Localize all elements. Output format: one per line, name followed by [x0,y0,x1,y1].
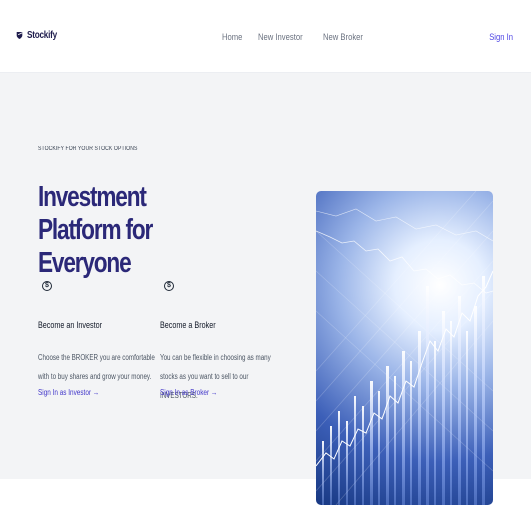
sign-in-broker-link[interactable]: Sign In as Broker → [160,388,217,397]
nav-link-new-investor[interactable]: New Investor [258,32,303,42]
stock-chart-graphic [316,191,493,505]
dollar-circle-icon: $ [42,281,52,291]
feature-description: Choose the BROKER you are comfortable wi… [38,353,155,381]
nav-link-new-broker[interactable]: New Broker [323,32,363,42]
shield-icon [16,32,23,39]
feature-title: Become an Investor [38,320,103,330]
main-nav: Home New Investor New Broker [222,32,370,42]
sign-in-investor-link[interactable]: Sign In as Investor → [38,388,99,397]
dollar-circle-icon: $ [164,281,174,291]
stock-chart-image [316,191,493,505]
nav-link-home[interactable]: Home [222,32,242,42]
feature-title: Become a Broker [160,320,216,330]
hero-title: Investment Platform for Everyone [38,181,153,279]
hero-eyebrow: STOCKIFY FOR YOUR STOCK OPTIONS [38,146,138,152]
hero-section: STOCKIFY FOR YOUR STOCK OPTIONS Investme… [0,73,531,505]
sign-in-link[interactable]: Sign In [489,32,513,42]
top-navbar: Stockify Home New Investor New Broker Si… [0,0,531,73]
brand-name: Stockify [27,30,57,41]
brand-logo[interactable]: Stockify [16,30,64,41]
